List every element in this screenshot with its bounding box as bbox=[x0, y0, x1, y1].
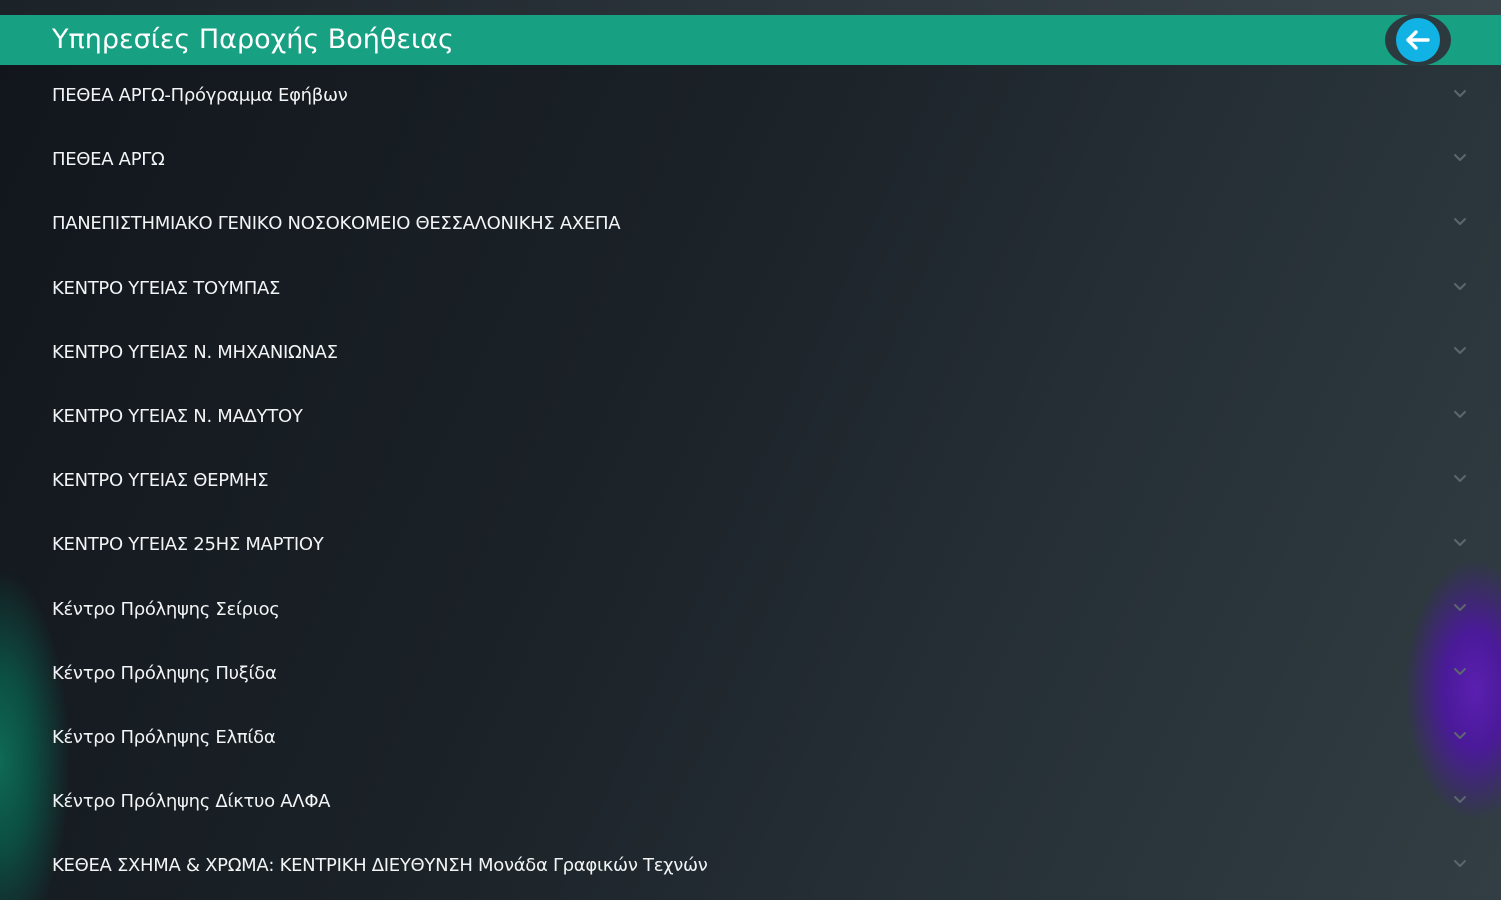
chevron-down-icon[interactable] bbox=[1452, 344, 1468, 358]
list-item-label: Κέντρο Πρόληψης Ελπίδα bbox=[52, 726, 276, 748]
chevron-down-icon[interactable] bbox=[1452, 665, 1468, 679]
arrow-left-icon bbox=[1406, 30, 1430, 50]
list-item[interactable]: ΚΕΝΤΡΟ ΥΓΕΙΑΣ ΘΕΡΜΗΣ bbox=[0, 450, 1501, 514]
list-item-label: ΚΕΝΤΡΟ ΥΓΕΙΑΣ Ν. ΜΗΧΑΝΙΩΝΑΣ bbox=[52, 341, 338, 363]
list-item-label: ΚΕΝΤΡΟ ΥΓΕΙΑΣ ΤΟΥΜΠΑΣ bbox=[52, 277, 281, 299]
list-item[interactable]: ΠΕΘΕΑ ΑΡΓΩ-Πρόγραμμα Εφήβων bbox=[0, 65, 1501, 129]
list-item[interactable]: Κέντρο Πρόληψης Δίκτυο ΑΛΦΑ bbox=[0, 771, 1501, 835]
chevron-down-icon[interactable] bbox=[1452, 857, 1468, 871]
back-button-circle bbox=[1396, 18, 1440, 62]
list-item[interactable]: ΚΕΝΤΡΟ ΥΓΕΙΑΣ 25ΗΣ ΜΑΡΤΙΟΥ bbox=[0, 514, 1501, 578]
list-item-label: ΚΕΝΤΡΟ ΥΓΕΙΑΣ ΘΕΡΜΗΣ bbox=[52, 470, 269, 492]
services-list: ΠΕΘΕΑ ΑΡΓΩ-Πρόγραμμα Εφήβων ΠΕΘΕΑ ΑΡΓΩ ΠΑΝ… bbox=[0, 65, 1501, 899]
status-bar bbox=[0, 0, 1501, 15]
list-item[interactable]: ΠΑΝΕΠΙΣΤΗΜΙΑΚΟ ΓΕΝΙΚΟ ΝΟΣΟΚΟΜΕΙΟ ΘΕΣΣΑΛΟ… bbox=[0, 193, 1501, 257]
list-item-label: Κέντρο Πρόληψης Πυξίδα bbox=[52, 662, 277, 684]
chevron-down-icon[interactable] bbox=[1452, 215, 1468, 229]
chevron-down-icon[interactable] bbox=[1452, 280, 1468, 294]
list-item[interactable]: ΚΕΘΕΑ ΣΧΗΜΑ & ΧΡΩΜΑ: ΚΕΝΤΡΙΚΗ ΔΙΕΥΘΥΝΣΗ … bbox=[0, 835, 1501, 899]
list-item-label: ΚΕΝΤΡΟ ΥΓΕΙΑΣ 25ΗΣ ΜΑΡΤΙΟΥ bbox=[52, 534, 324, 556]
chevron-down-icon[interactable] bbox=[1452, 601, 1468, 615]
list-item[interactable]: ΚΕΝΤΡΟ ΥΓΕΙΑΣ Ν. ΜΗΧΑΝΙΩΝΑΣ bbox=[0, 322, 1501, 386]
list-item[interactable]: Κέντρο Πρόληψης Ελπίδα bbox=[0, 707, 1501, 771]
list-item[interactable]: ΠΕΘΕΑ ΑΡΓΩ bbox=[0, 129, 1501, 193]
chevron-down-icon[interactable] bbox=[1452, 408, 1468, 422]
chevron-down-icon[interactable] bbox=[1452, 793, 1468, 807]
list-item[interactable]: Κέντρο Πρόληψης Πυξίδα bbox=[0, 643, 1501, 707]
list-item-label: ΠΑΝΕΠΙΣΤΗΜΙΑΚΟ ΓΕΝΙΚΟ ΝΟΣΟΚΟΜΕΙΟ ΘΕΣΣΑΛΟ… bbox=[52, 213, 621, 235]
page-title: Υπηρεσίες Παροχής Βοήθειας bbox=[52, 24, 454, 55]
list-item[interactable]: ΚΕΝΤΡΟ ΥΓΕΙΑΣ ΤΟΥΜΠΑΣ bbox=[0, 258, 1501, 322]
app-header: Υπηρεσίες Παροχής Βοήθειας bbox=[0, 14, 1501, 66]
list-item-label: ΠΕΘΕΑ ΑΡΓΩ bbox=[52, 149, 165, 171]
list-item-label: ΚΕΝΤΡΟ ΥΓΕΙΑΣ Ν. ΜΑΔΥΤΟΥ bbox=[52, 405, 303, 427]
chevron-down-icon[interactable] bbox=[1452, 729, 1468, 743]
chevron-down-icon[interactable] bbox=[1452, 87, 1468, 101]
list-item[interactable]: Κέντρο Πρόληψης Σείριος bbox=[0, 579, 1501, 643]
list-item-label: ΚΕΘΕΑ ΣΧΗΜΑ & ΧΡΩΜΑ: ΚΕΝΤΡΙΚΗ ΔΙΕΥΘΥΝΣΗ … bbox=[52, 855, 708, 877]
chevron-down-icon[interactable] bbox=[1452, 536, 1468, 550]
list-item-label: Κέντρο Πρόληψης Δίκτυο ΑΛΦΑ bbox=[52, 791, 331, 813]
chevron-down-icon[interactable] bbox=[1452, 151, 1468, 165]
list-item[interactable]: ΚΕΝΤΡΟ ΥΓΕΙΑΣ Ν. ΜΑΔΥΤΟΥ bbox=[0, 386, 1501, 450]
list-item-label: ΠΕΘΕΑ ΑΡΓΩ-Πρόγραμμα Εφήβων bbox=[52, 85, 348, 106]
back-button[interactable] bbox=[1385, 14, 1451, 66]
list-item-label: Κέντρο Πρόληψης Σείριος bbox=[52, 598, 280, 620]
chevron-down-icon[interactable] bbox=[1452, 472, 1468, 486]
